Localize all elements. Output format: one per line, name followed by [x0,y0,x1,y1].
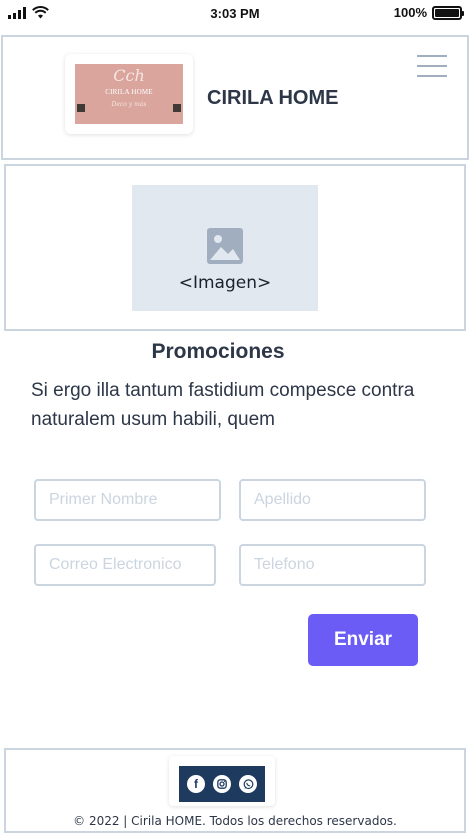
logo-monogram: Cch [113,66,145,85]
image-icon [207,228,243,264]
logo-tagline: Deco y más [111,101,147,108]
facebook-glyph: f [194,777,198,791]
submit-button[interactable]: Enviar [308,614,418,666]
phone-field[interactable] [239,544,426,586]
instagram-icon[interactable] [213,775,231,793]
email-field[interactable] [34,544,216,586]
facebook-icon[interactable]: f [187,775,205,793]
logo-brand: CIRILA HOME [105,88,153,96]
whatsapp-glyph [243,778,253,789]
last-name-field[interactable] [239,479,426,521]
promo-title: Promociones [151,340,285,363]
site-title: CIRILA HOME [207,87,339,109]
battery-icon [432,5,464,20]
status-bar: 3:03 PM 100% [0,0,470,30]
promo-text: Si ergo illa tantum fastidium compesce c… [31,380,415,430]
status-right: 100% [393,5,464,20]
hero-section: <Imagen> [4,164,466,331]
image-placeholder: <Imagen> [132,185,318,311]
site-header: Cch CIRILA HOME Deco y más CIRILA HOME [1,35,469,160]
logo-square-left [77,104,85,112]
hamburger-menu-icon[interactable] [415,51,449,79]
logo-card[interactable]: Cch CIRILA HOME Deco y más [65,54,193,134]
image-placeholder-label: <Imagen> [178,273,272,293]
logo-image: Cch CIRILA HOME Deco y más [75,64,183,124]
social-card: f [169,756,275,806]
site-footer: f © 2022 | Cirila HOME. Todos los derech… [4,748,466,833]
logo-square-right [173,104,181,112]
copyright-text: © 2022 | Cirila HOME. Todos los derechos… [73,814,397,828]
battery-percent: 100% [393,5,427,20]
social-bar: f [179,766,265,802]
instagram-glyph [217,779,227,789]
first-name-field[interactable] [34,479,221,521]
whatsapp-icon[interactable] [239,775,257,793]
